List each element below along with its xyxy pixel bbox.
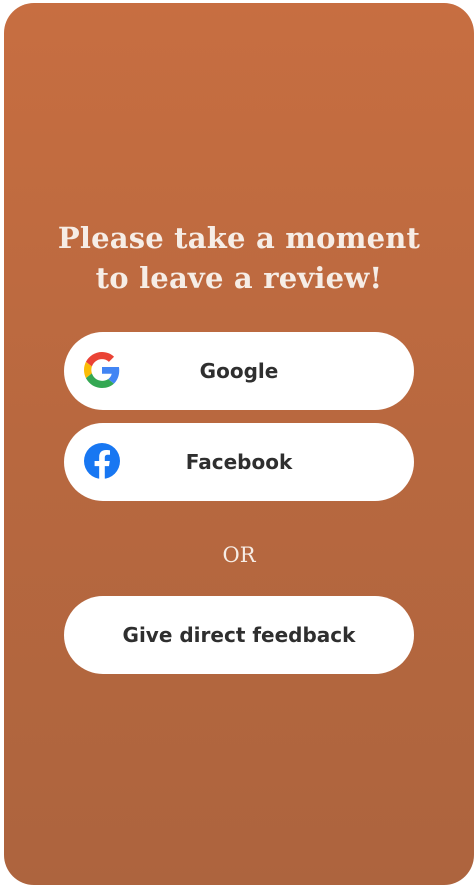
google-button-label: Google xyxy=(199,359,279,383)
feedback-button-label: Give direct feedback xyxy=(122,623,356,647)
review-headline: Please take a moment to leave a review! xyxy=(4,218,474,298)
review-card: Please take a moment to leave a review! … xyxy=(4,3,474,885)
google-logo-icon xyxy=(84,352,120,388)
facebook-review-button[interactable]: Facebook xyxy=(64,423,414,501)
headline-line-2: to leave a review! xyxy=(95,261,383,295)
google-review-button[interactable]: Google xyxy=(64,332,414,410)
facebook-logo-icon xyxy=(84,443,120,479)
or-separator: OR xyxy=(222,543,256,567)
direct-feedback-button[interactable]: Give direct feedback xyxy=(64,596,414,674)
facebook-button-label: Facebook xyxy=(185,450,293,474)
headline-line-1: Please take a moment xyxy=(57,221,421,255)
